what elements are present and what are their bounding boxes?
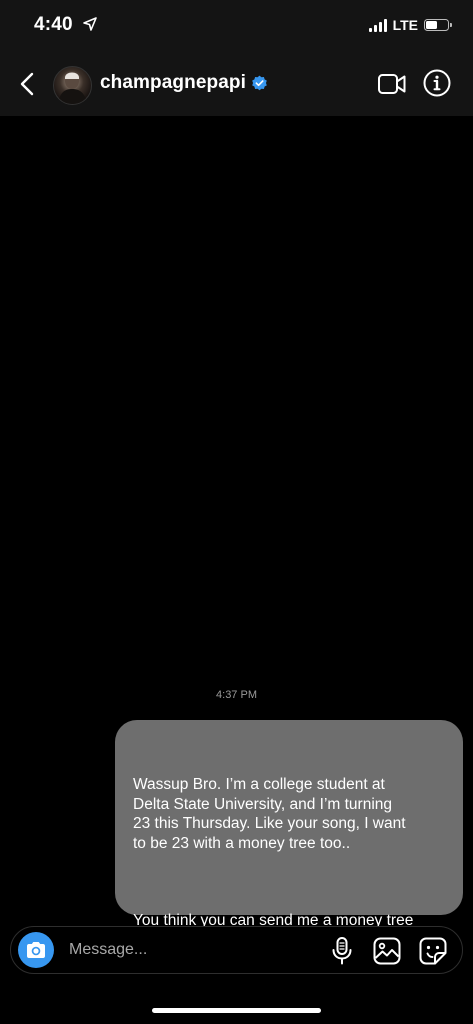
gallery-button[interactable] (373, 937, 401, 965)
sent-message-bubble[interactable]: Wassup Bro. I’m a college student at Del… (115, 720, 463, 968)
status-right: LTE (368, 15, 452, 35)
sticker-icon (419, 937, 447, 965)
info-button[interactable] (423, 69, 451, 97)
signal-bars-icon (368, 18, 387, 32)
username-link[interactable]: champagnepapi (100, 72, 268, 94)
message-composer (10, 926, 463, 974)
verified-badge-icon (252, 75, 267, 90)
status-time: 4:40 (34, 14, 73, 35)
back-arrow-icon (20, 72, 34, 96)
voice-message-button[interactable] (330, 936, 354, 966)
avatar[interactable] (53, 66, 92, 105)
video-call-button[interactable] (377, 71, 407, 97)
message-timestamp: 4:37 PM (216, 689, 257, 701)
info-icon (423, 69, 451, 97)
avatar-image (58, 72, 87, 104)
gallery-icon (373, 937, 401, 965)
battery-fill (426, 21, 437, 29)
message-input[interactable] (69, 937, 319, 963)
username: champagnepapi (100, 72, 246, 93)
sticker-button[interactable] (419, 937, 447, 965)
message-paragraph: Wassup Bro. I’m a college student at Del… (133, 776, 406, 852)
location-arrow-icon (83, 17, 97, 31)
back-button[interactable] (12, 68, 42, 100)
chat-header: champagnepapi (0, 52, 473, 116)
status-bar: 4:40 LTE (0, 0, 473, 52)
camera-icon (27, 942, 45, 958)
battery-icon (424, 19, 452, 31)
network-label: LTE (392, 17, 418, 33)
home-indicator[interactable] (152, 1008, 321, 1013)
message-thread[interactable]: 4:37 PM Wassup Bro. I’m a college studen… (0, 116, 473, 968)
camera-button[interactable] (18, 932, 54, 968)
video-camera-icon (378, 74, 406, 94)
microphone-icon (332, 937, 352, 965)
